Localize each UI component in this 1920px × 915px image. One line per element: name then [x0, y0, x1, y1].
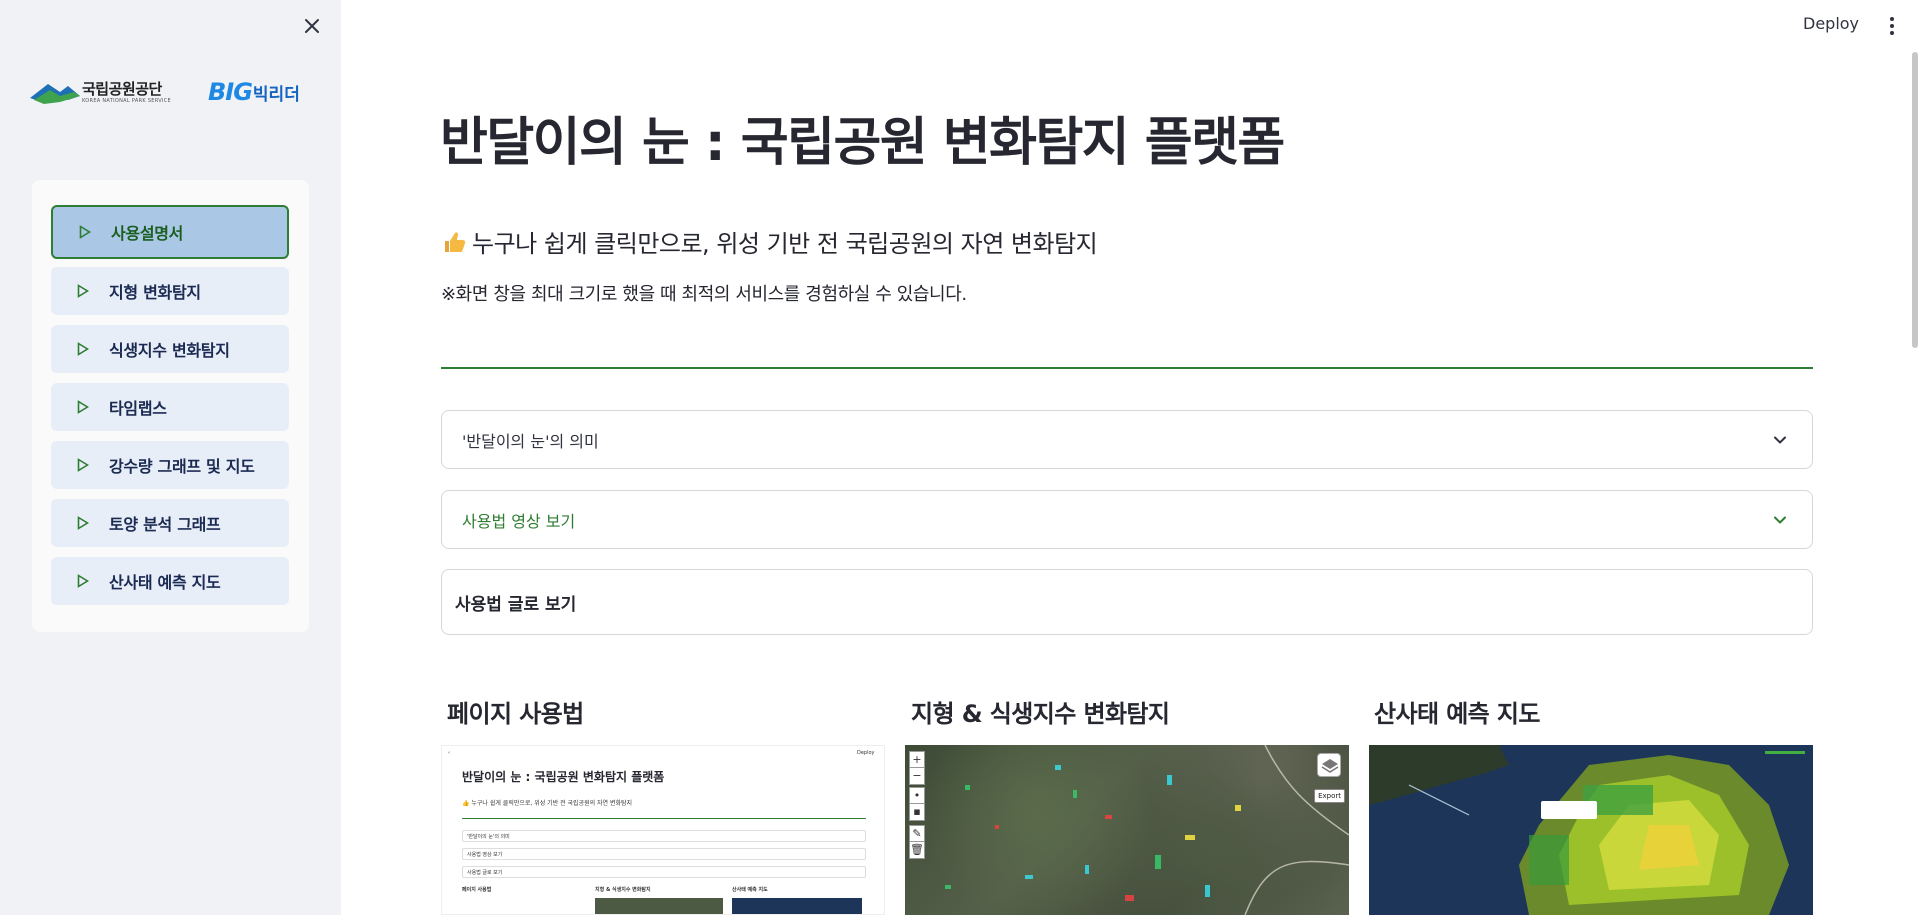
expander-video-guide[interactable]: 사용법 영상 보기 — [441, 490, 1813, 549]
menu-item-label: 지형 변화탐지 — [109, 283, 201, 302]
scrollbar[interactable] — [1912, 52, 1918, 348]
thumbs-up-icon — [445, 231, 466, 252]
menu-item-label: 식생지수 변화탐지 — [109, 341, 230, 360]
change-detection-preview-map: + − • ▪ ✎ 🗑 Export — [905, 745, 1349, 915]
play-outline-icon — [79, 225, 91, 239]
landslide-preview-map — [1369, 745, 1813, 915]
section-title-change-detection: 지형 & 식생지수 변화탐지 — [911, 700, 1170, 728]
mini-deploy: Deploy — [857, 750, 875, 756]
play-outline-icon — [77, 574, 89, 588]
mini-text-guide: 사용법 글로 보기 — [462, 866, 866, 878]
mini-divider — [462, 818, 866, 819]
export-button[interactable]: Export — [1314, 789, 1345, 803]
bigleader-latin: BIG — [208, 78, 253, 106]
expander-meaning[interactable]: '반달이의 눈'의 의미 — [441, 410, 1813, 469]
mini-title: 반달이의 눈 : 국립공원 변화탐지 플랫폼 — [462, 770, 665, 784]
chevron-down-icon — [1774, 516, 1786, 524]
knps-subtitle: KOREA NATIONAL PARK SERVICE — [82, 98, 171, 104]
notice-text: ※화면 창을 최대 크기로 했을 때 최적의 서비스를 경험하실 수 있습니다. — [441, 284, 967, 305]
play-outline-icon — [77, 284, 89, 298]
menu-item-label: 산사태 예측 지도 — [109, 573, 221, 592]
bigleader-korean: 빅리더 — [252, 85, 300, 105]
delete-layers-button[interactable]: 🗑 — [909, 841, 925, 859]
mini-subtitle: 👍 누구나 쉽게 클릭만으로, 위성 기반 전 국립공원의 자연 변화탐지 — [462, 800, 633, 807]
close-sidebar-button[interactable] — [300, 14, 324, 38]
layers-button[interactable] — [1317, 753, 1341, 777]
change-highlights — [945, 745, 1349, 915]
mini-expander-2: 사용법 영상 보기 — [462, 848, 866, 860]
main-menu-button[interactable] — [1884, 14, 1900, 38]
text-guide-button[interactable]: 사용법 글로 보기 — [441, 569, 1813, 635]
play-outline-icon — [77, 400, 89, 414]
play-outline-icon — [77, 458, 89, 472]
menu-item-label: 타임랩스 — [109, 399, 167, 418]
close-icon — [305, 19, 319, 33]
play-outline-icon — [77, 516, 89, 530]
page-title: 반달이의 눈 : 국립공원 변화탐지 플랫폼 — [440, 113, 1285, 173]
menu-item-rainfall[interactable]: 강수량 그래프 및 지도 — [51, 441, 289, 489]
mini-col-1: 페이지 사용법 — [462, 887, 492, 893]
section-title-landslide-map: 산사태 예측 지도 — [1374, 700, 1540, 728]
deploy-button[interactable]: Deploy — [1803, 14, 1859, 33]
mini-expander-1-label: '반달이의 눈'의 의미 — [467, 834, 510, 840]
menu-item-label: 사용설명서 — [111, 224, 184, 243]
section-title-page-usage: 페이지 사용법 — [447, 700, 584, 728]
layers-icon — [1321, 759, 1339, 773]
expander-label: 사용법 영상 보기 — [462, 511, 576, 531]
navigation-menu: 사용설명서 지형 변화탐지 식생지수 변화탐지 타임랩스 강수량 그래프 및 지… — [32, 180, 309, 632]
menu-item-label: 강수량 그래프 및 지도 — [109, 457, 255, 476]
menu-item-label: 토양 분석 그래프 — [109, 515, 221, 534]
divider — [441, 367, 1813, 369]
play-outline-icon — [77, 342, 89, 356]
menu-item-terrain-change[interactable]: 지형 변화탐지 — [51, 267, 289, 315]
subtitle-text: 누구나 쉽게 클릭만으로, 위성 기반 전 국립공원의 자연 변화탐지 — [472, 230, 1098, 258]
mini-landslide-thumb — [732, 898, 862, 914]
mini-col-2: 지형 & 식생지수 변화탐지 — [595, 887, 651, 893]
sidebar: 국립공원공단 KOREA NATIONAL PARK SERVICE BIG빅리… — [0, 0, 341, 915]
landslide-risk-overlay — [1369, 745, 1805, 915]
zoom-out-button[interactable]: − — [909, 767, 925, 785]
mini-text-guide-label: 사용법 글로 보기 — [467, 870, 503, 876]
logo-row: 국립공원공단 KOREA NATIONAL PARK SERVICE BIG빅리… — [30, 74, 315, 114]
knps-mountain-icon — [30, 84, 80, 104]
menu-item-soil-analysis[interactable]: 토양 분석 그래프 — [51, 499, 289, 547]
mini-arrow: ‹ — [448, 750, 450, 756]
mini-col-3: 산사태 예측 지도 — [732, 887, 768, 893]
knps-logo: 국립공원공단 KOREA NATIONAL PARK SERVICE — [30, 74, 171, 114]
draw-rectangle-button[interactable]: ▪ — [909, 803, 925, 821]
knps-name: 국립공원공단 — [82, 80, 162, 98]
page-usage-preview-image: ‹ Deploy 반달이의 눈 : 국립공원 변화탐지 플랫폼 👍 누구나 쉽게… — [441, 745, 885, 915]
mini-expander-1: '반달이의 눈'의 의미 — [462, 830, 866, 842]
chevron-down-icon — [1774, 436, 1786, 444]
bigleader-logo: BIG빅리더 — [208, 78, 300, 110]
mini-satellite-thumb — [595, 898, 723, 914]
menu-item-landslide-map[interactable]: 산사태 예측 지도 — [51, 557, 289, 605]
text-guide-label: 사용법 글로 보기 — [455, 594, 577, 615]
menu-item-vegetation-change[interactable]: 식생지수 변화탐지 — [51, 325, 289, 373]
expander-label: '반달이의 눈'의 의미 — [462, 431, 599, 451]
kebab-menu-icon — [1890, 17, 1894, 35]
page-subtitle: 누구나 쉽게 클릭만으로, 위성 기반 전 국립공원의 자연 변화탐지 — [442, 224, 1098, 259]
mini-expander-2-label: 사용법 영상 보기 — [467, 852, 503, 858]
menu-item-user-guide[interactable]: 사용설명서 — [51, 205, 289, 259]
menu-item-timelapse[interactable]: 타임랩스 — [51, 383, 289, 431]
